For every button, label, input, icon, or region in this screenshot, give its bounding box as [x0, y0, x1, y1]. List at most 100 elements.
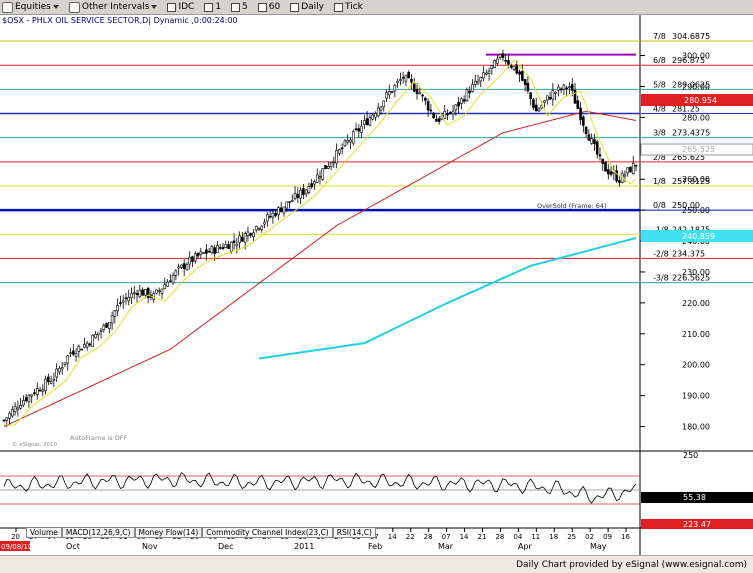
candle-body	[368, 117, 372, 126]
tab-cci[interactable]: Commodity Channel Index(23,C)	[202, 528, 333, 538]
candle-body	[224, 244, 228, 248]
candle-body	[590, 138, 593, 144]
candle-body	[360, 125, 363, 133]
candle-body	[257, 228, 261, 230]
candle-body	[465, 89, 469, 102]
candle-body	[321, 168, 325, 180]
candle-body	[631, 163, 635, 174]
candle-body	[144, 289, 147, 296]
candle-body	[518, 71, 521, 75]
candle-body	[573, 90, 577, 104]
candle-body	[443, 111, 447, 119]
candle-body	[329, 162, 333, 167]
candle-body	[363, 120, 366, 125]
candle-body	[551, 90, 555, 100]
candle-body	[401, 76, 405, 79]
candle-body	[448, 112, 452, 114]
candle-body	[554, 91, 557, 94]
candle-body	[615, 170, 618, 182]
level-value: 304.6875	[672, 32, 710, 41]
tab-money-flow[interactable]: Money Flow(14)	[134, 528, 203, 538]
candle-body	[246, 231, 250, 237]
candle-body	[593, 139, 596, 145]
candle-body	[318, 176, 322, 179]
candle-body	[263, 221, 266, 225]
price-chart[interactable]: 7/8 304.68756/8 296.8755/8 289.06254/8 281.2…	[0, 15, 753, 555]
month-label: Feb	[368, 542, 382, 551]
candle-body	[221, 247, 225, 249]
candle-body	[324, 165, 327, 170]
candle-body	[11, 409, 14, 417]
candle-body	[529, 92, 532, 99]
month-label: Mar	[438, 542, 454, 551]
candle-body	[99, 330, 103, 332]
candle-body	[346, 140, 350, 143]
checkbox-icon	[290, 2, 300, 12]
candle-body	[435, 118, 438, 122]
candle-body	[94, 333, 97, 339]
candle-body	[96, 332, 100, 336]
other-intervals-dropdown[interactable]: Other Intervals	[67, 1, 160, 13]
interval-tick[interactable]: Tick	[332, 2, 365, 12]
candle-body	[121, 300, 125, 303]
candle-body	[485, 72, 488, 75]
candle-body	[496, 58, 499, 64]
candle-body	[576, 100, 580, 109]
candle-body	[5, 417, 9, 421]
candle-body	[415, 88, 419, 94]
candle-body	[279, 207, 283, 213]
tab-volume[interactable]: Volume	[26, 528, 62, 538]
level-label: 0/8	[653, 201, 666, 210]
candle-body	[634, 164, 638, 167]
candle-body	[501, 53, 505, 58]
candle-body	[396, 81, 399, 84]
candle-body	[426, 101, 430, 111]
chart-title: $OSX - PHLX OIL SERVICE SECTOR,D| Dynami…	[2, 16, 238, 25]
interval-daily[interactable]: Daily	[288, 2, 326, 12]
tab-macd[interactable]: MACD(12,26,9,C)	[61, 528, 135, 538]
candle-body	[83, 343, 86, 348]
candle-body	[404, 75, 408, 82]
equities-dropdown[interactable]: Equities	[0, 1, 61, 13]
candle-body	[557, 86, 560, 91]
candle-body	[182, 263, 186, 269]
candle-body	[354, 128, 358, 131]
interval-60[interactable]: 60	[256, 2, 282, 12]
checkbox-icon	[204, 2, 214, 12]
month-label: Nov	[142, 542, 158, 551]
level-label: 7/8	[653, 32, 666, 41]
candle-body	[185, 264, 189, 270]
candle-body	[22, 400, 25, 406]
other-intervals-label: Other Intervals	[81, 2, 150, 12]
interval-1[interactable]: 1	[202, 2, 223, 12]
candle-body	[584, 126, 588, 135]
candle-body	[227, 244, 230, 250]
candle-body	[327, 165, 330, 169]
candle-body	[35, 388, 39, 395]
candle-body	[543, 100, 546, 103]
interval-5[interactable]: 5	[229, 2, 250, 12]
interval-idc[interactable]: IDC	[165, 2, 196, 12]
candle-body	[473, 80, 477, 85]
candle-body	[504, 60, 508, 62]
candle-body	[304, 189, 308, 195]
date-tick-label: 28	[495, 533, 504, 541]
candle-body	[446, 113, 449, 116]
candle-body	[271, 212, 275, 218]
candle-body	[537, 108, 541, 112]
candle-body	[260, 225, 264, 230]
level-label: -2/8	[653, 249, 669, 258]
tab-rsi[interactable]: RSI(14,C)	[332, 528, 376, 538]
candle-body	[454, 104, 458, 111]
price-tick-label: 200.00	[682, 361, 710, 370]
candle-body	[515, 63, 519, 74]
candle-body	[108, 321, 111, 329]
candle-body	[376, 107, 380, 117]
candle-body	[88, 343, 92, 346]
month-label: Dec	[218, 542, 233, 551]
candle-body	[629, 166, 632, 173]
candle-body	[387, 91, 391, 96]
price-tick-label: 250.00	[682, 206, 710, 215]
checkbox-icon	[257, 2, 267, 12]
candle-body	[604, 161, 607, 172]
